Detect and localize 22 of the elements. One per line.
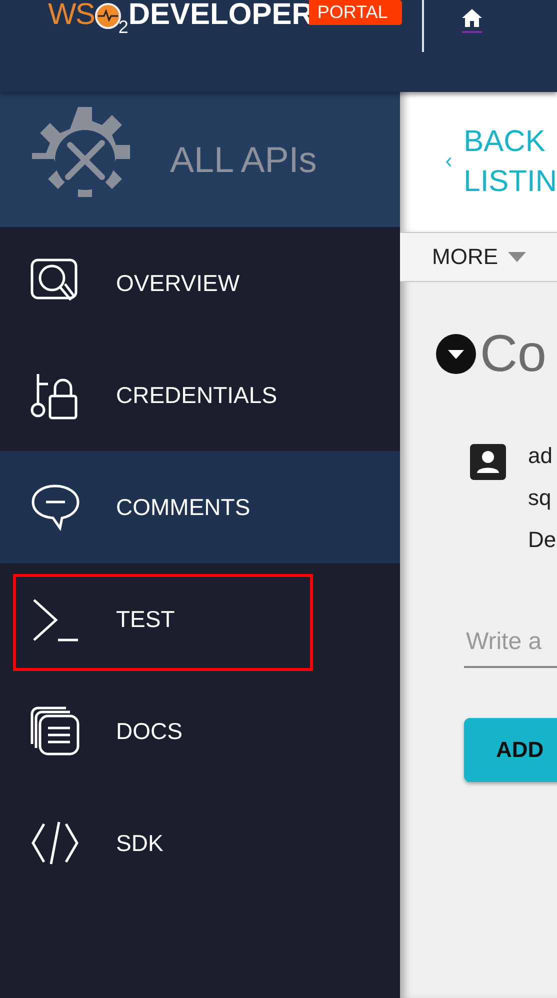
logo-text: 2 [118, 18, 128, 36]
toggle-icon[interactable] [436, 334, 476, 374]
sidebar-item[interactable]: TEST [0, 563, 400, 675]
speech-bubble-icon [30, 482, 80, 532]
home-icon[interactable] [462, 8, 482, 28]
sidebar-item[interactable]: COMMENTS [0, 451, 400, 563]
logo-text: WS [48, 0, 94, 30]
sidebar-title: ALL APIs [170, 138, 317, 180]
comment-text: De [528, 528, 556, 552]
add-comment-button[interactable]: ADD [464, 718, 557, 782]
comment-input[interactable]: Write a [464, 620, 557, 668]
comment-text: sq [528, 486, 552, 510]
sidebar-item[interactable]: DOCS [0, 675, 400, 787]
sidebar-item[interactable]: CREDENTIALS [0, 339, 400, 451]
caret-icon [508, 252, 526, 262]
sidebar-item[interactable]: OVERVIEW [0, 227, 400, 339]
documents-icon [30, 706, 80, 756]
section-title: Co [480, 324, 546, 384]
portal-badge: PORTAL [309, 0, 402, 25]
comment-text: ad [528, 444, 554, 468]
sidebar-item[interactable]: SDK [0, 787, 400, 899]
user-avatar-icon [470, 444, 506, 480]
